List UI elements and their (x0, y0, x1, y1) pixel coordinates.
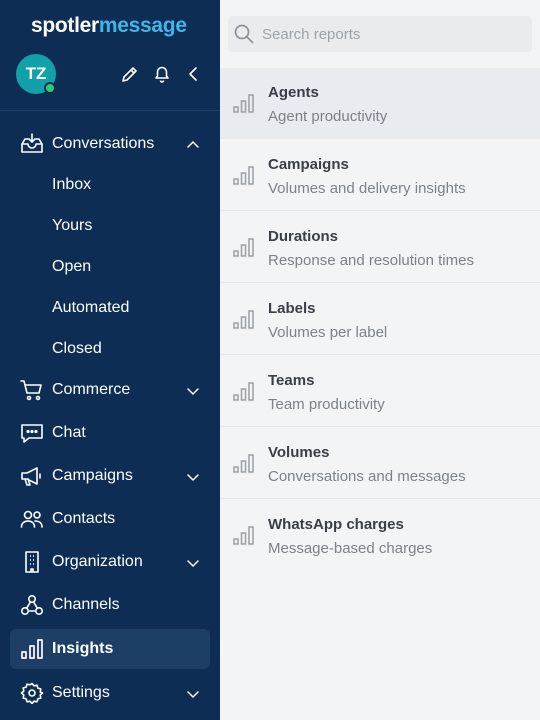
row-divider (220, 138, 540, 139)
sub-item-closed[interactable]: Closed (52, 340, 102, 358)
nav-label-conversations: Conversations (52, 135, 155, 152)
report-title: Volumes (268, 444, 330, 461)
row-divider (220, 426, 540, 427)
report-item-durations[interactable]: Durations Response and resolution times (220, 212, 540, 283)
report-item-volumes[interactable]: Volumes Conversations and messages (220, 428, 540, 499)
inbox-tray-icon (20, 133, 44, 155)
nav-label-settings: Settings (52, 684, 110, 701)
report-title: WhatsApp charges (268, 516, 404, 533)
brand-logo-part1: spotler (31, 14, 99, 37)
search-input[interactable] (262, 24, 522, 44)
nav-label-insights: Insights (52, 640, 114, 657)
sub-item-yours[interactable]: Yours (52, 217, 92, 235)
bar-chart-icon (233, 92, 255, 114)
chevron-down-icon (186, 470, 200, 482)
report-subtitle: Team productivity (268, 396, 385, 413)
brand-logo-part2: message (98, 14, 187, 37)
report-item-campaigns[interactable]: Campaigns Volumes and delivery insights (220, 140, 540, 211)
report-subtitle: Volumes per label (268, 324, 388, 341)
search-bar[interactable] (228, 16, 532, 52)
report-title: Durations (268, 228, 339, 245)
chevron-down-icon (186, 384, 200, 396)
pencil-icon[interactable] (119, 63, 141, 85)
user-initials: TZ (25, 64, 47, 83)
report-subtitle: Conversations and messages (268, 468, 466, 485)
row-divider (220, 282, 540, 283)
nav-item-settings[interactable]: Settings (10, 673, 210, 713)
report-subtitle: Message-based charges (268, 540, 433, 557)
contacts-people-icon (20, 508, 44, 530)
report-title: Campaigns (268, 156, 349, 173)
channels-network-icon (20, 594, 44, 616)
nav-label-channels: Channels (52, 596, 120, 613)
chevron-up-icon (186, 138, 200, 150)
nav-label-campaigns: Campaigns (52, 467, 133, 484)
row-divider (220, 210, 540, 211)
sub-item-open[interactable]: Open (52, 258, 91, 276)
nav-item-conversations[interactable]: Conversations (10, 124, 210, 164)
row-divider (220, 354, 540, 355)
report-subtitle: Agent productivity (268, 108, 388, 125)
nav-item-insights[interactable]: Insights (10, 629, 210, 669)
report-title: Agents (268, 84, 319, 101)
sidebar: spotlermessage TZ Conversations Inbox Yo… (0, 0, 220, 720)
bar-chart-icon (233, 380, 255, 402)
bar-chart-icon (233, 308, 255, 330)
report-subtitle: Response and resolution times (268, 252, 474, 269)
gear-icon (20, 682, 44, 705)
brand-logo[interactable]: spotlermessage (31, 14, 187, 38)
bar-chart-icon (233, 524, 255, 546)
report-subtitle: Volumes and delivery insights (268, 180, 466, 197)
nav-label-contacts: Contacts (52, 510, 116, 527)
nav-item-campaigns[interactable]: Campaigns (10, 456, 210, 496)
building-icon (20, 551, 44, 573)
nav-label-commerce: Commerce (52, 381, 131, 398)
sidebar-divider (0, 110, 220, 111)
chevron-down-icon (186, 687, 200, 699)
bar-chart-icon (233, 452, 255, 474)
report-item-teams[interactable]: Teams Team productivity (220, 356, 540, 427)
report-item-whatsapp-charges[interactable]: WhatsApp charges Message-based charges (220, 500, 540, 571)
nav-label-chat: Chat (52, 424, 86, 441)
bar-chart-icon (233, 164, 255, 186)
bar-chart-icon (233, 236, 255, 258)
nav-item-commerce[interactable]: Commerce (10, 370, 210, 410)
bell-icon[interactable] (151, 63, 173, 85)
bar-chart-icon (20, 638, 44, 660)
report-item-agents[interactable]: Agents Agent productivity (220, 68, 540, 139)
sub-item-automated[interactable]: Automated (52, 299, 129, 317)
nav-item-chat[interactable]: Chat (10, 413, 210, 453)
shopping-cart-icon (20, 379, 44, 401)
nav-item-channels[interactable]: Channels (10, 585, 210, 625)
online-status-dot (44, 82, 56, 94)
report-title: Teams (268, 372, 315, 389)
megaphone-icon (20, 465, 44, 487)
nav-item-organization[interactable]: Organization (10, 542, 210, 582)
nav-item-contacts[interactable]: Contacts (10, 499, 210, 539)
nav-label-organization: Organization (52, 553, 143, 570)
report-title: Labels (268, 300, 316, 317)
reports-panel: Agents Agent productivity Campaigns Volu… (220, 0, 540, 720)
chevron-down-icon (186, 556, 200, 568)
chat-bubble-icon (20, 422, 44, 444)
search-icon (233, 23, 255, 45)
report-item-labels[interactable]: Labels Volumes per label (220, 284, 540, 355)
row-divider (220, 498, 540, 499)
collapse-chevron-icon[interactable] (182, 63, 204, 85)
sub-item-inbox[interactable]: Inbox (52, 176, 91, 194)
